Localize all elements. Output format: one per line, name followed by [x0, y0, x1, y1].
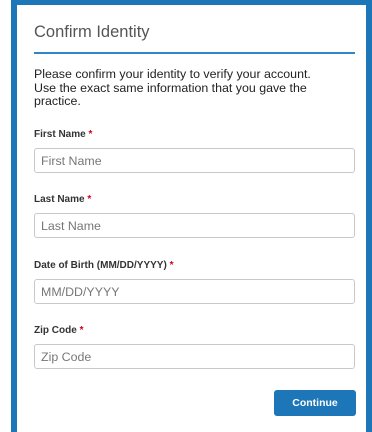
required-marker: * — [87, 194, 92, 205]
zip-code-label-text: Zip Code — [34, 325, 77, 336]
dialog-title: Confirm Identity — [34, 23, 150, 41]
confirm-identity-dialog: Confirm Identity Please confirm your ide… — [17, 5, 366, 432]
date-of-birth-input[interactable] — [34, 279, 355, 304]
zip-code-input[interactable] — [34, 344, 355, 369]
intro-text: Please confirm your identity to verify y… — [34, 67, 354, 109]
required-marker: * — [79, 325, 84, 336]
required-marker: * — [169, 260, 174, 271]
first-name-label: First Name * — [34, 129, 92, 141]
date-of-birth-label: Date of Birth (MM/DD/YYYY) * — [34, 260, 173, 272]
first-name-label-text: First Name — [34, 129, 86, 140]
intro-line-3: practice. — [34, 94, 81, 108]
last-name-input[interactable] — [34, 213, 355, 238]
continue-button[interactable]: Continue — [274, 390, 356, 416]
intro-line-1: Please confirm your identity to verify y… — [34, 67, 311, 81]
title-divider — [34, 52, 355, 54]
window-frame-right — [366, 0, 372, 432]
last-name-label-text: Last Name — [34, 194, 85, 205]
first-name-input[interactable] — [34, 148, 355, 173]
zip-code-label: Zip Code * — [34, 325, 83, 337]
intro-line-2: Use the exact same information that you … — [34, 80, 307, 95]
required-marker: * — [88, 129, 93, 140]
date-of-birth-label-text: Date of Birth (MM/DD/YYYY) — [34, 260, 167, 271]
last-name-label: Last Name * — [34, 194, 91, 206]
